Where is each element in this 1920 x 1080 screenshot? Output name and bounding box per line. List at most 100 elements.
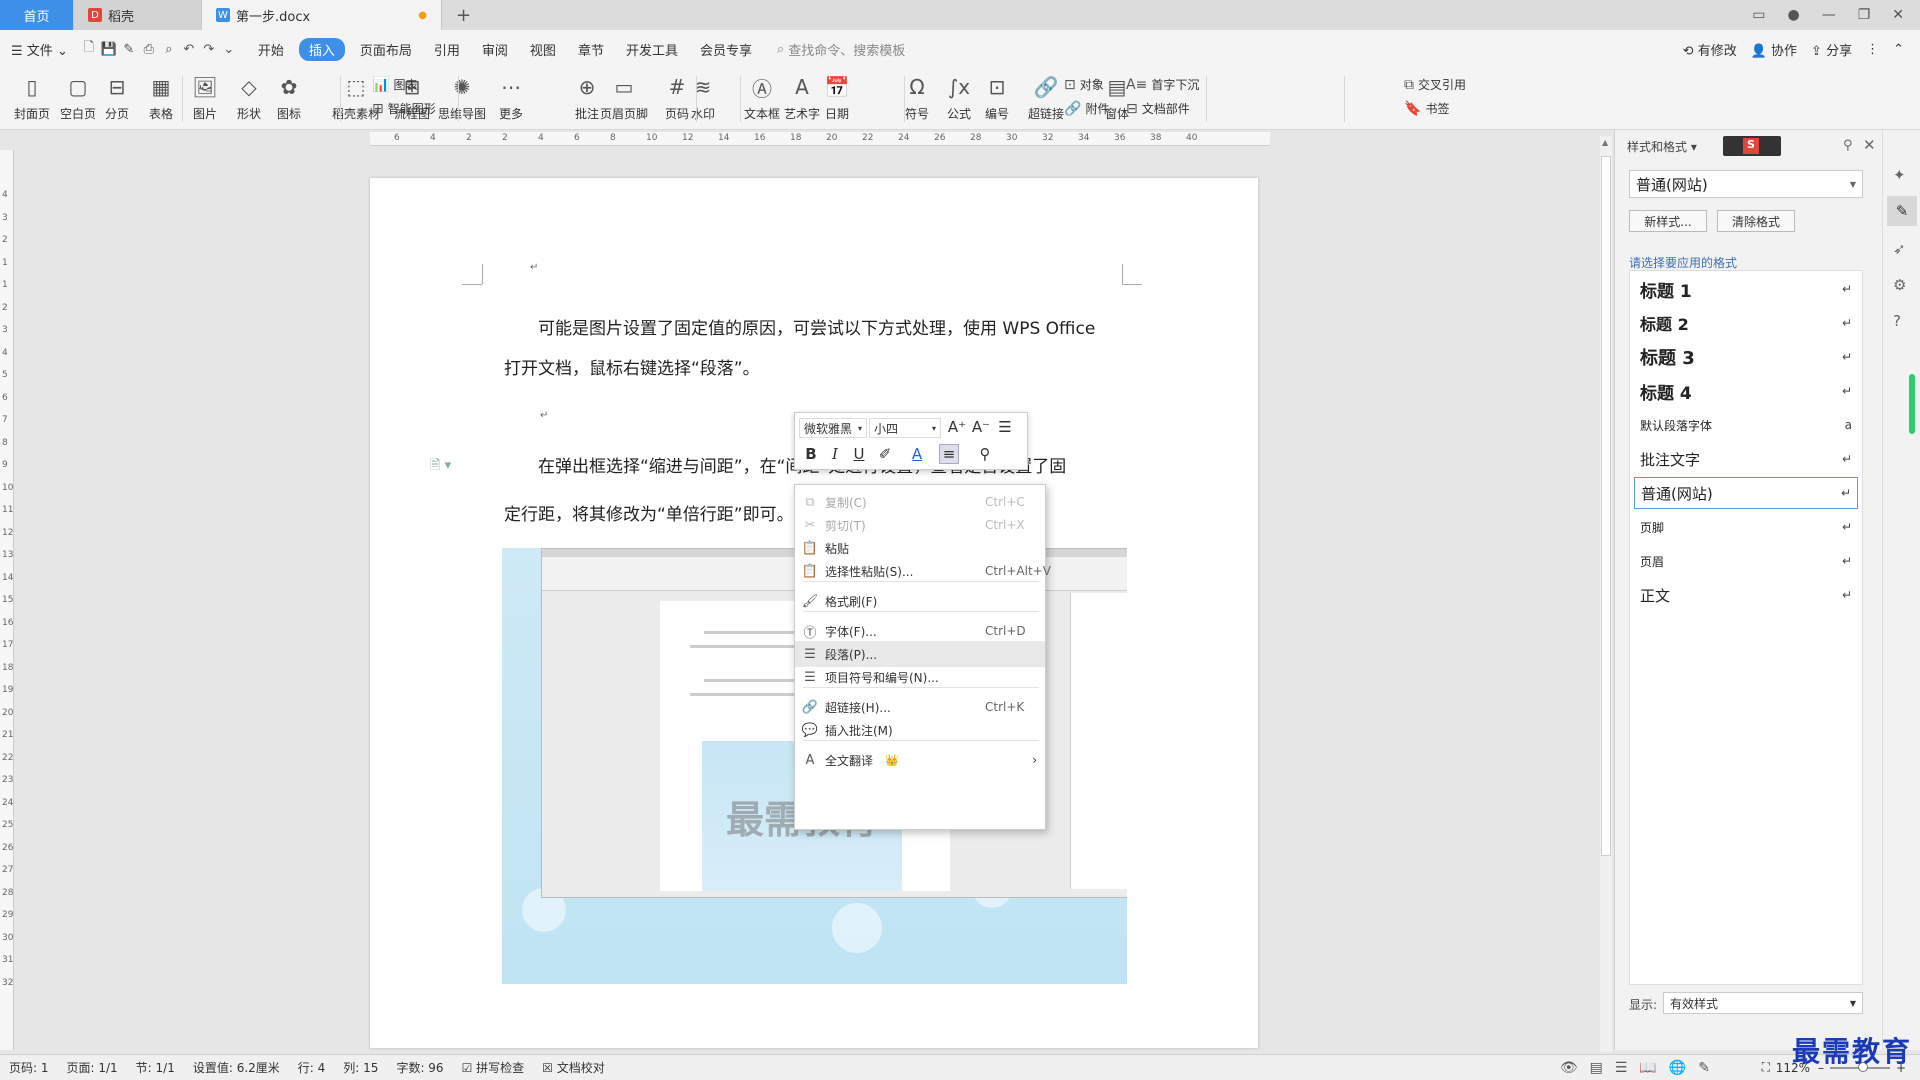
- clear-format-button[interactable]: 清除格式: [1717, 210, 1795, 232]
- scroll-up-icon[interactable]: ▲: [1602, 138, 1608, 147]
- side-slider[interactable]: [1909, 374, 1915, 434]
- file-menu[interactable]: ☰ 文件 ⌄: [0, 40, 79, 59]
- hyperlink-button[interactable]: 🔗 超链接: [1028, 72, 1064, 122]
- help-icon[interactable]: ?: [1893, 312, 1901, 330]
- formula-button[interactable]: ∫x 公式: [944, 72, 974, 122]
- share-button[interactable]: ⇪ 分享: [1811, 40, 1852, 59]
- proofread-toggle[interactable]: ☒ 文档校对: [533, 1059, 614, 1076]
- style-item[interactable]: 页脚 ↵: [1634, 511, 1858, 543]
- paragraph-1-line-2[interactable]: 打开文档，鼠标右键选择“段落”。: [504, 354, 760, 379]
- edit-styles-icon[interactable]: ✎: [1887, 196, 1917, 226]
- word-art-button[interactable]: A 艺术字: [784, 72, 820, 122]
- bold-icon[interactable]: B: [801, 444, 821, 464]
- style-item[interactable]: 标题 1 ↵: [1634, 273, 1858, 305]
- menu-tab[interactable]: 章节: [567, 40, 615, 59]
- paragraph-handle-icon[interactable]: 🗎 ▾: [430, 456, 451, 478]
- revision-button[interactable]: ⟲ 有修改: [1683, 40, 1737, 59]
- shape-button[interactable]: ◇ 形状: [234, 72, 264, 122]
- close-panel-icon[interactable]: ✕: [1863, 136, 1876, 154]
- highlight-icon[interactable]: ✐: [875, 444, 895, 464]
- style-item[interactable]: 标题 2 ↵: [1634, 307, 1858, 339]
- blank-page-button[interactable]: ▢ 空白页: [60, 72, 96, 122]
- menu-tab[interactable]: 视图: [519, 40, 567, 59]
- style-item[interactable]: 正文 ↵: [1634, 579, 1858, 611]
- format-painter-icon[interactable]: ✎: [119, 39, 139, 59]
- select-icon[interactable]: ➶: [1893, 240, 1906, 258]
- style-item[interactable]: 标题 4 ↵: [1634, 375, 1858, 407]
- redo-icon[interactable]: ↷: [199, 39, 219, 59]
- picture-button[interactable]: 🖼 图片: [190, 72, 220, 122]
- layout-icon[interactable]: ▭: [1752, 7, 1765, 23]
- current-style-select[interactable]: 普通(网站) ▼: [1629, 170, 1863, 198]
- drop-cap-button[interactable]: A≡ 首字下沉: [1126, 76, 1199, 93]
- menu-tab[interactable]: 插入: [298, 37, 345, 61]
- tab-home[interactable]: 首页: [0, 0, 74, 30]
- command-search[interactable]: ⌕ 查找命令、搜索模板: [777, 40, 905, 59]
- restore-icon[interactable]: ❐: [1858, 7, 1871, 23]
- print-preview-icon[interactable]: ⌕: [159, 39, 179, 59]
- cross-reference-button[interactable]: ⧉ 交叉引用: [1404, 76, 1466, 93]
- underline-icon[interactable]: U: [849, 444, 869, 464]
- page-view-icon[interactable]: ▤: [1590, 1060, 1603, 1076]
- watermark-button[interactable]: ≋ 水印: [688, 72, 718, 122]
- cover-page-button[interactable]: ▯ 封面页: [14, 72, 50, 122]
- menu-tab[interactable]: 会员专享: [689, 40, 763, 59]
- new-tab-button[interactable]: +: [442, 5, 485, 26]
- collapse-ribbon-icon[interactable]: ⌃: [1893, 42, 1904, 57]
- menu-tab[interactable]: 页面布局: [349, 40, 423, 59]
- style-item[interactable]: 批注文字 ↵: [1634, 443, 1858, 475]
- more-icon[interactable]: ⋮: [1866, 42, 1879, 57]
- vertical-ruler[interactable]: 4 3 2 1 1 2 3 4 5 6 7 8 9 10 11 12 13 14 15 16 17 18 19 20 21 22 2…: [0, 150, 14, 1050]
- save-icon[interactable]: 💾: [99, 39, 119, 59]
- style-item[interactable]: 页眉 ↵: [1634, 545, 1858, 577]
- outline-view-icon[interactable]: ☰: [1615, 1060, 1628, 1076]
- font-family-select[interactable]: 微软雅黑 ▾: [799, 418, 867, 438]
- reading-view-icon[interactable]: 📖: [1639, 1060, 1656, 1076]
- context-item-translate[interactable]: A 全文翻译 👑 ›: [795, 747, 1045, 773]
- format-brush-icon[interactable]: ⚲: [975, 444, 995, 464]
- icon-button[interactable]: ✿ 图标: [274, 72, 304, 122]
- attachment-button[interactable]: 🔗 附件: [1064, 100, 1109, 117]
- grow-font-icon[interactable]: A⁺: [947, 417, 967, 437]
- styles-panel-title[interactable]: 样式和格式 ▾: [1627, 138, 1697, 155]
- customize-icon[interactable]: ⌄: [219, 39, 239, 59]
- paragraph-2-line-2[interactable]: 定行距，将其修改为“单倍行距”即可。: [504, 500, 794, 525]
- doc-parts-button[interactable]: ⊟ 文档部件: [1126, 100, 1190, 117]
- tab-daoke[interactable]: D 稻壳: [74, 0, 202, 30]
- status-word-count[interactable]: 字数: 96: [387, 1059, 452, 1076]
- horizontal-ruler[interactable]: 6 4 2 2 4 6 8 10 12 14 16 18 20 22 24 26 28 30 32 34 36 38 40: [370, 132, 1270, 146]
- style-item[interactable]: 普通(网站) ↵: [1634, 477, 1858, 509]
- settings-icon[interactable]: ⚙: [1893, 276, 1906, 294]
- new-style-button[interactable]: 新样式...: [1629, 210, 1707, 232]
- style-item[interactable]: 标题 3 ↵: [1634, 341, 1858, 373]
- align-icon[interactable]: ≡: [939, 444, 959, 464]
- menu-tab[interactable]: 开始: [247, 40, 295, 59]
- menu-tab[interactable]: 审阅: [471, 40, 519, 59]
- minimize-icon[interactable]: —: [1822, 7, 1836, 23]
- font-size-select[interactable]: 小四 ▾: [869, 418, 941, 438]
- object-button[interactable]: ⊡ 对象: [1064, 76, 1104, 93]
- eye-icon[interactable]: 👁: [1560, 1060, 1578, 1076]
- shrink-font-icon[interactable]: A⁻: [971, 417, 991, 437]
- mind-map-button[interactable]: ✺ 思维导图: [438, 72, 486, 122]
- fit-page-icon[interactable]: ⛶: [1762, 1060, 1770, 1075]
- spell-check-toggle[interactable]: ☑ 拼写检查: [453, 1059, 534, 1076]
- italic-icon[interactable]: I: [825, 444, 845, 464]
- close-icon[interactable]: ✕: [1892, 7, 1904, 23]
- comment-button[interactable]: ⊕ 批注: [572, 72, 602, 122]
- pin-icon[interactable]: ⚲: [1843, 138, 1853, 153]
- header-footer-button[interactable]: ▭ 页眉页脚: [600, 72, 648, 122]
- textbox-button[interactable]: Ⓐ 文本框: [744, 72, 780, 122]
- show-filter-select[interactable]: 有效样式 ▼: [1663, 992, 1863, 1014]
- line-spacing-icon[interactable]: ☰: [995, 417, 1015, 437]
- more-button[interactable]: ⋯ 更多: [496, 72, 526, 122]
- style-item[interactable]: 默认段落字体 a: [1634, 409, 1858, 441]
- pen-icon[interactable]: ✎: [1698, 1060, 1710, 1076]
- menu-tab[interactable]: 开发工具: [615, 40, 689, 59]
- undo-icon[interactable]: ↶: [179, 39, 199, 59]
- assistant-icon[interactable]: ✦: [1893, 166, 1906, 184]
- scroll-thumb[interactable]: [1601, 156, 1611, 856]
- new-doc-icon[interactable]: 🗋: [79, 39, 99, 59]
- date-button[interactable]: 📅 日期: [822, 72, 852, 122]
- document-scrollbar[interactable]: ▲: [1600, 136, 1612, 1052]
